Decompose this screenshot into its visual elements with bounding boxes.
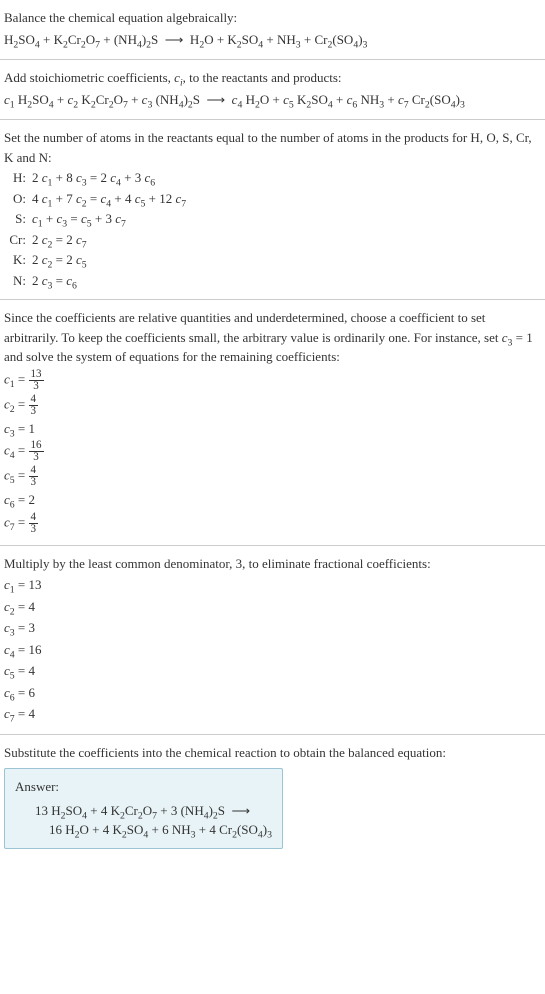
atom-row-k: K: 2 c2 = 2 c5 — [4, 250, 541, 270]
atom-equation: 2 c1 + 8 c3 = 2 c4 + 3 c6 — [32, 168, 541, 188]
solve-heading: Since the coefficients are relative quan… — [4, 308, 541, 367]
answer-line1: 13 H2SO4 + 4 K2Cr2O7 + 3 (NH4)2S ⟶ — [15, 801, 272, 821]
solve-c5: c5 = 43 — [4, 465, 541, 488]
frac-den: 3 — [29, 406, 39, 417]
mult-c7: c7 = 4 — [4, 704, 541, 724]
mult-c3: c3 = 3 — [4, 618, 541, 638]
plain-val: 2 — [29, 492, 36, 507]
frac-den: 3 — [29, 477, 39, 488]
atom-label: Cr: — [4, 230, 32, 250]
atom-label: H: — [4, 168, 32, 188]
frac-den: 3 — [29, 524, 39, 535]
solve-section: Since the coefficients are relative quan… — [0, 300, 545, 546]
atom-row-h: H: 2 c1 + 8 c3 = 2 c4 + 3 c6 — [4, 168, 541, 188]
atom-equation: 2 c2 = 2 c5 — [32, 250, 541, 270]
solve-c3: c3 = 1 — [4, 419, 541, 439]
atom-equation: 2 c2 = 2 c7 — [32, 230, 541, 250]
frac-num: 4 — [29, 394, 39, 406]
atom-label: N: — [4, 271, 32, 291]
multiply-section: Multiply by the least common denominator… — [0, 546, 545, 735]
atom-equation: 2 c3 = c6 — [32, 271, 541, 291]
mult-c5: c5 = 4 — [4, 661, 541, 681]
plain-val: 1 — [29, 421, 36, 436]
intro-heading: Balance the chemical equation algebraica… — [4, 8, 541, 28]
atom-row-cr: Cr: 2 c2 = 2 c7 — [4, 230, 541, 250]
answer-line2: 16 H2O + 4 K2SO4 + 6 NH3 + 4 Cr2(SO4)3 — [15, 820, 272, 840]
answer-box: Answer: 13 H2SO4 + 4 K2Cr2O7 + 3 (NH4)2S… — [4, 768, 283, 849]
coefficients-heading: Add stoichiometric coefficients, ci, to … — [4, 68, 541, 88]
mult-c2: c2 = 4 — [4, 597, 541, 617]
solve-c4: c4 = 163 — [4, 440, 541, 463]
coefficients-equation: c1 H2SO4 + c2 K2Cr2O7 + c3 (NH4)2S ⟶ c4 … — [4, 90, 541, 110]
solve-c1: c1 = 133 — [4, 369, 541, 392]
frac-den: 3 — [29, 452, 44, 463]
frac-den: 3 — [29, 381, 44, 392]
multiply-heading: Multiply by the least common denominator… — [4, 554, 541, 574]
solve-c7: c7 = 43 — [4, 512, 541, 535]
intro-equation: H2SO4 + K2Cr2O7 + (NH4)2S ⟶ H2O + K2SO4 … — [4, 30, 541, 50]
atom-row-n: N: 2 c3 = c6 — [4, 271, 541, 291]
atom-label: K: — [4, 250, 32, 270]
atom-equation: c1 + c3 = c5 + 3 c7 — [32, 209, 541, 229]
mult-c1: c1 = 13 — [4, 575, 541, 595]
coefficients-section: Add stoichiometric coefficients, ci, to … — [0, 60, 545, 120]
mult-c6: c6 = 6 — [4, 683, 541, 703]
atom-label: S: — [4, 209, 32, 229]
coeff-heading-var: ci — [174, 70, 183, 85]
final-heading: Substitute the coefficients into the che… — [4, 743, 541, 763]
atom-label: O: — [4, 189, 32, 209]
frac-num: 13 — [29, 369, 44, 381]
atom-row-o: O: 4 c1 + 7 c2 = c4 + 4 c5 + 12 c7 — [4, 189, 541, 209]
atom-equation: 4 c1 + 7 c2 = c4 + 4 c5 + 12 c7 — [32, 189, 541, 209]
solve-c2: c2 = 43 — [4, 394, 541, 417]
coeff-heading-suffix: , to the reactants and products: — [183, 70, 342, 85]
mult-c4: c4 = 16 — [4, 640, 541, 660]
coeff-heading-prefix: Add stoichiometric coefficients, — [4, 70, 174, 85]
answer-label: Answer: — [15, 777, 272, 797]
atoms-heading: Set the number of atoms in the reactants… — [4, 128, 541, 167]
intro-section: Balance the chemical equation algebraica… — [0, 0, 545, 60]
atoms-section: Set the number of atoms in the reactants… — [0, 120, 545, 300]
final-section: Substitute the coefficients into the che… — [0, 735, 545, 863]
solve-c6: c6 = 2 — [4, 490, 541, 510]
atom-row-s: S: c1 + c3 = c5 + 3 c7 — [4, 209, 541, 229]
